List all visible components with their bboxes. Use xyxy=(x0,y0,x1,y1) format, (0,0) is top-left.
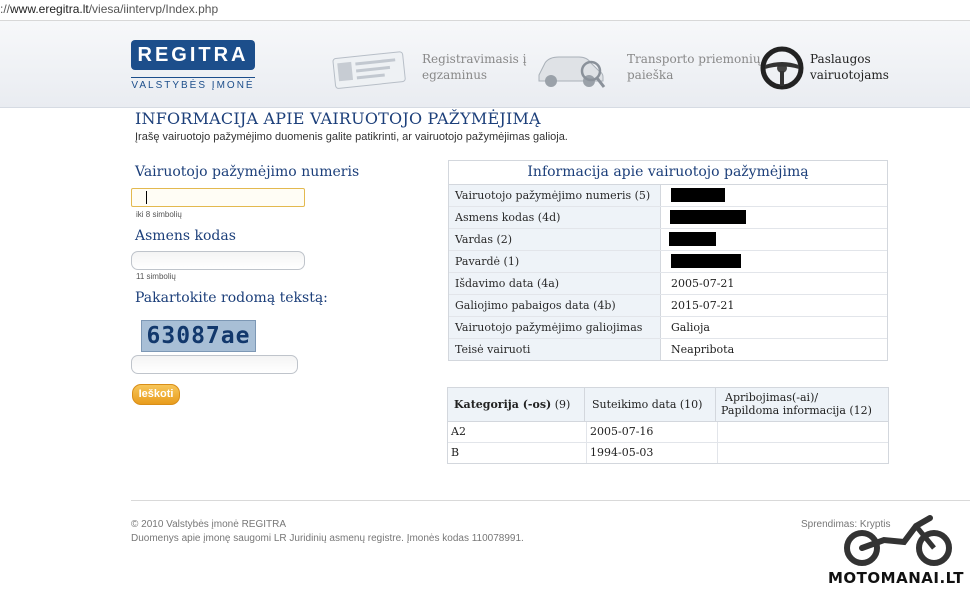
info-value: Galioja xyxy=(671,321,710,334)
captcha-image: 63087ae xyxy=(141,320,256,352)
table-row: Išdavimo data (4a) 2005-07-21 xyxy=(449,273,887,295)
table-row: B 1994-05-03 xyxy=(448,443,888,463)
nav-driver-services-text: Paslaugos vairuotojams xyxy=(810,52,889,82)
table-row: Vairuotojo pažymėjimo galiojimas Galioja xyxy=(449,317,887,339)
redaction-bar xyxy=(670,210,746,224)
category-cell: B xyxy=(451,446,460,459)
table-row: Vairuotojo pažymėjimo numeris (5) xyxy=(449,185,887,207)
nav-item-vehicle-search[interactable]: Transporto priemonių paieška xyxy=(533,45,761,95)
id-card-icon xyxy=(332,51,406,89)
page-subtitle: Įrašę vairuotojo pažymėjimo duomenis gal… xyxy=(135,131,568,143)
license-number-hint: iki 8 simbolių xyxy=(136,210,182,219)
table-row: Galiojimo pabaigos data (4b) 2015-07-21 xyxy=(449,295,887,317)
info-value: 2005-07-21 xyxy=(671,277,735,290)
watermark-text: MOTOMANAI.LT xyxy=(828,569,964,587)
info-key: Vairuotojo pažymėjimo numeris (5) xyxy=(449,185,661,206)
license-info-table: Informacija apie vairuotojo pažymėjimą V… xyxy=(448,160,888,361)
address-bar[interactable]: ://www.eregitra.lt/viesa/iintervp/Index.… xyxy=(0,0,970,21)
captcha-input[interactable] xyxy=(131,355,298,374)
restrictions-cell xyxy=(717,443,888,463)
info-value: Neapribota xyxy=(671,343,735,356)
url-prefix: :// xyxy=(0,2,11,16)
info-key: Asmens kodas (4d) xyxy=(449,207,661,228)
text-cursor xyxy=(146,191,147,204)
nav-item-registration[interactable]: Registravimasis į egzaminus xyxy=(330,45,526,95)
license-info-heading: Informacija apie vairuotojo pažymėjimą xyxy=(449,161,887,185)
info-key: Vardas (2) xyxy=(449,229,661,250)
info-key: Galiojimo pabaigos data (4b) xyxy=(449,295,661,316)
table-row: Asmens kodas (4d) xyxy=(449,207,887,229)
logo-text: REGITRA xyxy=(131,40,255,70)
license-number-label: Vairuotojo pažymėjimo numeris xyxy=(135,164,360,180)
logo-subtitle: VALSTYBĖS ĮMONĖ xyxy=(131,77,255,92)
nav-vehicle-search-text: Transporto priemonių paieška xyxy=(627,52,761,82)
site-header: REGITRA VALSTYBĖS ĮMONĖ Registravimasis … xyxy=(0,21,970,108)
footer-copyright: © 2010 Valstybės įmonė REGITRA xyxy=(131,519,287,530)
personal-code-label: Asmens kodas xyxy=(135,228,236,244)
page-title: INFORMACIJA APIE VAIRUOTOJO PAŽYMĖJIMĄ xyxy=(135,109,541,128)
steering-wheel-icon xyxy=(760,46,804,90)
personal-code-hint: 11 simbolių xyxy=(136,272,176,281)
personal-code-input[interactable] xyxy=(131,251,305,270)
url-host: www.eregitra.lt xyxy=(10,2,89,16)
redaction-bar xyxy=(669,232,716,246)
categories-header: Kategorija (-os) (9) Suteikimo data (10)… xyxy=(448,388,888,422)
regitra-logo[interactable]: REGITRA VALSTYBĖS ĮMONĖ xyxy=(131,40,257,92)
car-search-icon xyxy=(538,56,606,88)
search-button[interactable]: Ieškoti xyxy=(132,384,180,405)
motorcycle-watermark-icon xyxy=(844,515,952,566)
date-column-header: Suteikimo data (10) xyxy=(586,388,716,421)
nav-registration-text: Registravimasis į egzaminus xyxy=(422,52,527,82)
restrictions-cell xyxy=(717,422,888,442)
info-key: Teisė vairuoti xyxy=(449,339,661,360)
info-key: Pavardė (1) xyxy=(449,251,661,272)
info-value: 2015-07-21 xyxy=(671,299,735,312)
category-column-header: Kategorija (-os) (9) xyxy=(448,388,585,421)
categories-table: Kategorija (-os) (9) Suteikimo data (10)… xyxy=(447,387,889,464)
redaction-bar xyxy=(671,188,725,202)
restrictions-column-header: Apribojimas(-ai)/Papildoma informacija (… xyxy=(721,391,872,417)
footer-registry: Duomenys apie įmonę saugomi LR Juridinių… xyxy=(131,533,524,544)
table-row: Pavardė (1) xyxy=(449,251,887,273)
date-cell: 1994-05-03 xyxy=(586,443,716,463)
table-row: Vardas (2) xyxy=(449,229,887,251)
captcha-label: Pakartokite rodomą tekstą: xyxy=(135,290,328,306)
redaction-bar xyxy=(671,254,741,268)
category-cell: A2 xyxy=(451,425,466,438)
info-key: Vairuotojo pažymėjimo galiojimas xyxy=(449,317,661,338)
footer-divider xyxy=(131,500,970,501)
info-key: Išdavimo data (4a) xyxy=(449,273,661,294)
license-number-input[interactable] xyxy=(131,188,305,207)
nav-item-driver-services[interactable]: Paslaugos vairuotojams xyxy=(760,45,900,95)
url-path: /viesa/iintervp/Index.php xyxy=(88,2,219,16)
date-cell: 2005-07-16 xyxy=(586,422,716,442)
table-row: Teisė vairuoti Neapribota xyxy=(449,339,887,360)
table-row: A2 2005-07-16 xyxy=(448,422,888,443)
